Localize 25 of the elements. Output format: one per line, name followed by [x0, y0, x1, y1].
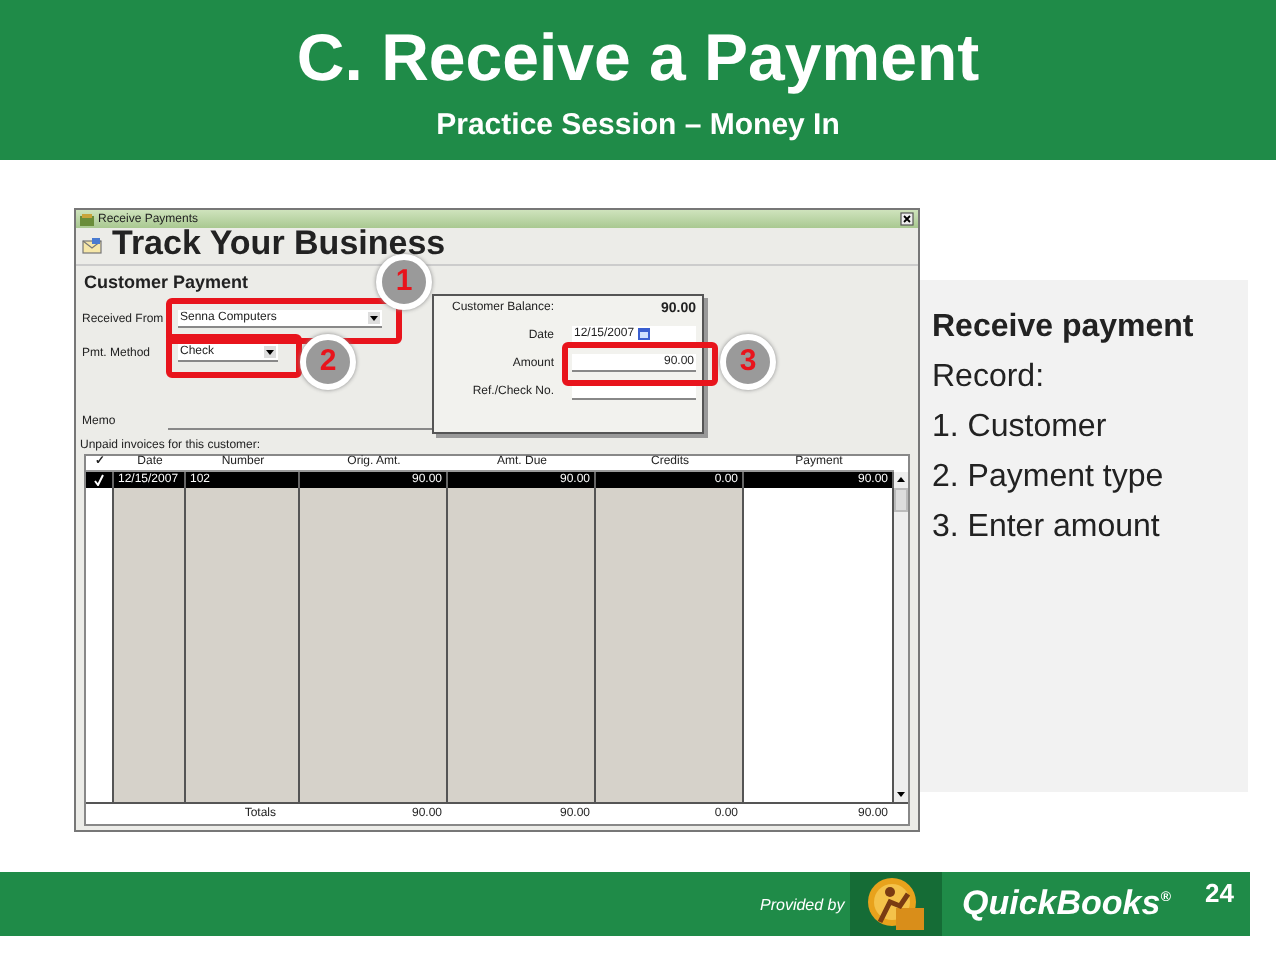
form-heading: Customer Payment: [82, 270, 251, 296]
notes-heading: Receive payment: [932, 308, 1196, 348]
checkbox-cell[interactable]: [86, 472, 114, 488]
step-number-badge: 3: [720, 334, 776, 390]
dropdown-arrow-icon: [368, 312, 380, 324]
scrollbar[interactable]: [894, 488, 908, 802]
window-icon: [80, 213, 94, 225]
notes-item: 1. Customer: [932, 408, 1109, 448]
provided-by-text: Provided by: [760, 895, 847, 913]
close-icon[interactable]: [900, 212, 914, 226]
checkmark-icon: [94, 474, 104, 486]
scrollbar-thumb[interactable]: [894, 488, 908, 512]
notes-item: 2. Payment type: [932, 458, 1166, 498]
step-number-badge: 1: [376, 254, 432, 310]
slide-title: C. Receive a Payment: [296, 20, 980, 96]
slide-subtitle: Practice Session – Money In: [436, 108, 840, 142]
dropdown-arrow-icon: [264, 346, 276, 358]
scroll-up-icon: [894, 472, 908, 488]
brand-name: QuickBooks$^{®}$: [962, 884, 1171, 924]
envelope-icon: [82, 238, 102, 254]
page-number: 24: [1205, 878, 1234, 908]
calendar-icon: [638, 328, 651, 340]
notes-item: Record:: [932, 358, 1047, 398]
notes-item: 3. Enter amount: [932, 508, 1162, 548]
step-number-badge: 2: [300, 334, 356, 390]
